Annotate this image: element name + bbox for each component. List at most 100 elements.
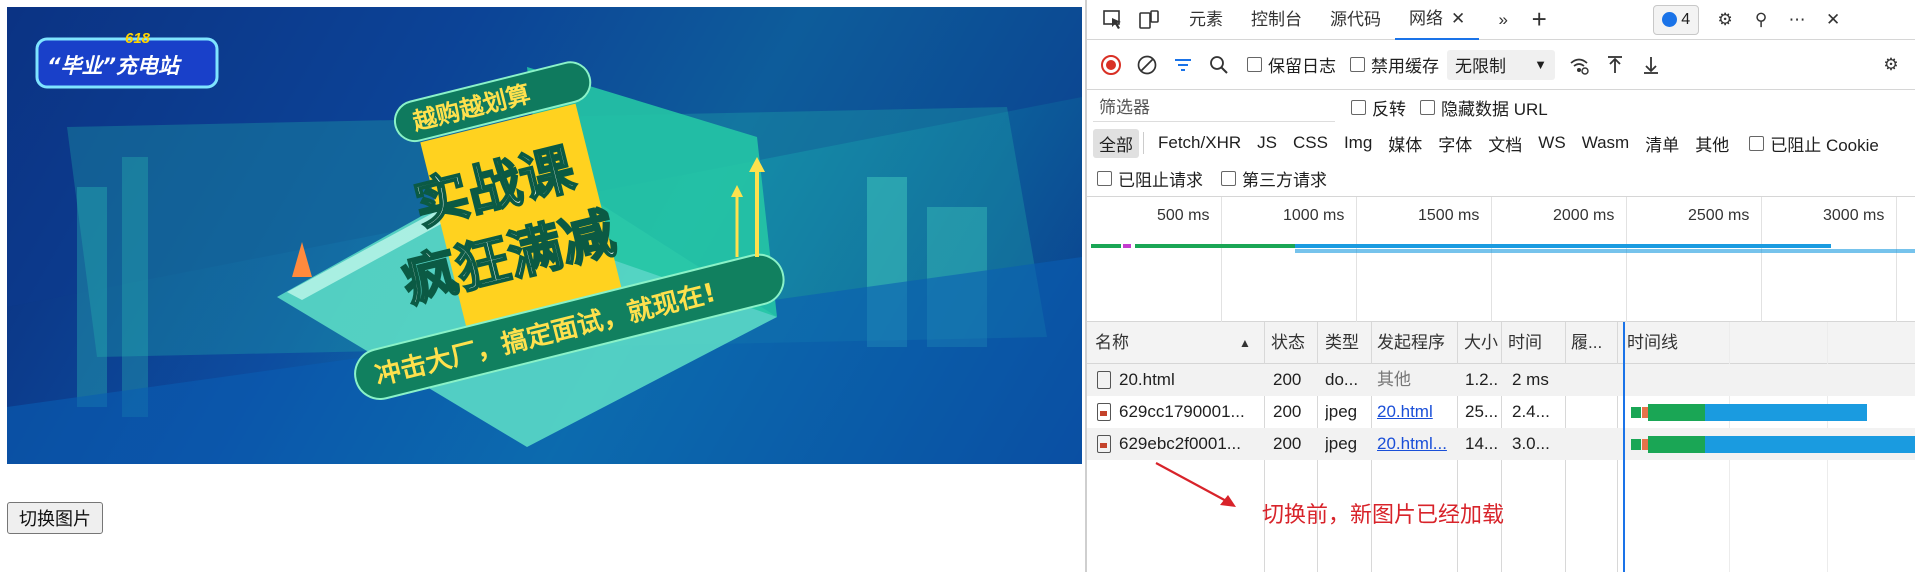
- type-filter-font[interactable]: 字体: [1432, 129, 1478, 158]
- type-filter-js[interactable]: JS: [1251, 131, 1283, 155]
- column-header-status[interactable]: 状态: [1271, 322, 1315, 364]
- checkbox-box: [1247, 57, 1262, 72]
- type-filter-fetch-xhr[interactable]: Fetch/XHR: [1152, 131, 1247, 155]
- request-type: do...: [1325, 370, 1359, 389]
- request-filter-bar: 已阻止请求 第三方请求: [1087, 161, 1915, 197]
- column-header-name[interactable]: 名称: [1095, 322, 1225, 364]
- settings-gear-icon[interactable]: ⚙: [1707, 2, 1743, 38]
- table-row[interactable]: 629cc1790001... 200 jpeg 20.html 25... 2…: [1087, 396, 1915, 428]
- tab-network[interactable]: 网络 ✕: [1395, 0, 1480, 40]
- request-time: 3.0...: [1512, 434, 1550, 453]
- checkbox-box: [1221, 171, 1236, 186]
- type-filter-manifest[interactable]: 清单: [1639, 129, 1685, 158]
- more-tabs-icon[interactable]: »: [1485, 2, 1521, 38]
- throttling-value: 无限制: [1455, 57, 1506, 76]
- checkbox-box: [1350, 57, 1365, 72]
- hide-data-urls-label: 隐藏数据 URL: [1441, 100, 1548, 119]
- throttling-select[interactable]: 无限制 ▼: [1447, 49, 1555, 80]
- column-header-fulfilled-by[interactable]: 履...: [1571, 322, 1615, 364]
- request-initiator: 其他: [1377, 370, 1411, 389]
- blocked-requests-checkbox[interactable]: 已阻止请求: [1097, 166, 1203, 191]
- blocked-requests-label: 已阻止请求: [1118, 171, 1203, 190]
- chevron-down-icon: ▼: [1534, 57, 1547, 72]
- column-header-size[interactable]: 大小: [1464, 322, 1500, 364]
- overview-gridline: [1221, 197, 1222, 322]
- checkbox-box: [1749, 135, 1765, 151]
- network-settings-gear-icon[interactable]: ⚙: [1873, 47, 1909, 83]
- filter-bar: 筛选器 反转 隐藏数据 URL: [1087, 90, 1915, 125]
- close-tab-icon[interactable]: ✕: [1451, 0, 1465, 39]
- more-options-icon[interactable]: ⋯: [1779, 2, 1815, 38]
- resource-type-bar: 全部 Fetch/XHR JS CSS Img 媒体 字体 文档 WS Wasm…: [1087, 125, 1915, 161]
- request-name: 629cc1790001...: [1119, 402, 1245, 421]
- type-filter-doc[interactable]: 文档: [1482, 129, 1528, 158]
- devtools-tab-bar: 元素 控制台 源代码 网络 ✕ » + 4 ⚙ ⚲ ⋯ ✕: [1087, 0, 1915, 40]
- waterfall-queue-bar: [1631, 439, 1641, 450]
- invert-checkbox[interactable]: 反转: [1351, 95, 1406, 120]
- network-overview-timeline[interactable]: 500 ms 1000 ms 1500 ms 2000 ms 2500 ms 3…: [1087, 197, 1915, 322]
- request-status: 200: [1273, 402, 1302, 421]
- filter-input[interactable]: 筛选器: [1093, 94, 1335, 122]
- waterfall-queue-bar: [1631, 407, 1641, 418]
- message-count-badge[interactable]: 4: [1653, 4, 1700, 35]
- inspect-element-icon[interactable]: [1095, 2, 1131, 38]
- column-header-time[interactable]: 时间: [1508, 322, 1562, 364]
- blocked-cookies-label: 已阻止 Cookie: [1770, 135, 1879, 155]
- table-row[interactable]: 20.html 200 do... 其他 1.2... 2 ms: [1087, 364, 1915, 396]
- type-filter-other[interactable]: 其他: [1689, 129, 1735, 158]
- type-filter-img[interactable]: Img: [1338, 131, 1378, 155]
- checkbox-box: [1420, 100, 1435, 115]
- column-header-type[interactable]: 类型: [1325, 322, 1369, 364]
- network-conditions-icon[interactable]: [1561, 47, 1597, 83]
- requests-table: 名称 ▲ 状态 类型 发起程序 大小 时间 履... 时间线 20.html 2…: [1087, 322, 1915, 572]
- column-header-waterfall[interactable]: 时间线: [1627, 322, 1727, 364]
- overview-request-bar: [1123, 244, 1131, 248]
- message-count: 4: [1681, 10, 1691, 28]
- request-initiator-link[interactable]: 20.html: [1377, 396, 1455, 428]
- type-filter-ws[interactable]: WS: [1532, 131, 1571, 155]
- overview-tick-label: 1000 ms: [1283, 207, 1345, 224]
- preserve-log-checkbox[interactable]: 保留日志: [1247, 52, 1336, 77]
- type-filter-all[interactable]: 全部: [1093, 128, 1139, 158]
- event-logo: 618 “毕业”充电站: [35, 30, 219, 89]
- request-name: 20.html: [1119, 370, 1175, 389]
- overview-tick-label: 2500 ms: [1688, 207, 1750, 224]
- type-filter-wasm[interactable]: Wasm: [1576, 131, 1636, 155]
- device-emulation-icon[interactable]: [1131, 2, 1167, 38]
- add-tab-icon[interactable]: +: [1521, 2, 1557, 38]
- blocked-cookies-checkbox[interactable]: 已阻止 Cookie: [1749, 131, 1879, 156]
- checkbox-box: [1097, 171, 1112, 186]
- tab-elements[interactable]: 元素: [1175, 0, 1237, 40]
- promo-banner-image: 618 “毕业”充电站 越购越划算 实战课 疯狂满减 冲击大厂，搞定面试，就现在…: [7, 7, 1082, 464]
- export-har-icon[interactable]: [1633, 47, 1669, 83]
- sort-ascending-icon: ▲: [1239, 336, 1251, 350]
- hide-data-urls-checkbox[interactable]: 隐藏数据 URL: [1420, 95, 1548, 120]
- tab-sources[interactable]: 源代码: [1316, 0, 1395, 40]
- filter-icon[interactable]: [1165, 47, 1201, 83]
- record-stop-icon[interactable]: [1093, 47, 1129, 83]
- type-filter-css[interactable]: CSS: [1287, 131, 1334, 155]
- tab-console[interactable]: 控制台: [1237, 0, 1316, 40]
- type-filter-media[interactable]: 媒体: [1382, 129, 1428, 158]
- import-har-icon[interactable]: [1597, 47, 1633, 83]
- request-initiator-link[interactable]: 20.html...: [1377, 428, 1455, 460]
- overview-gridline: [1626, 197, 1627, 322]
- connect-device-icon[interactable]: ⚲: [1743, 2, 1779, 38]
- overview-tick-label: 2000 ms: [1553, 207, 1615, 224]
- third-party-checkbox[interactable]: 第三方请求: [1221, 166, 1327, 191]
- invert-label: 反转: [1372, 100, 1406, 119]
- clear-icon[interactable]: [1129, 47, 1165, 83]
- disable-cache-checkbox[interactable]: 禁用缓存: [1350, 52, 1439, 77]
- column-header-initiator[interactable]: 发起程序: [1377, 322, 1455, 364]
- request-time: 2 ms: [1512, 370, 1549, 389]
- waterfall-time-marker: [1623, 322, 1625, 572]
- switch-image-button[interactable]: 切换图片: [7, 502, 103, 534]
- checkbox-box: [1351, 100, 1366, 115]
- waterfall-download-bar: [1705, 436, 1915, 453]
- search-icon[interactable]: [1201, 47, 1237, 83]
- close-devtools-icon[interactable]: ✕: [1815, 2, 1851, 38]
- image-file-icon: [1097, 403, 1111, 421]
- overview-request-bar: [1295, 249, 1915, 253]
- request-size: 14...: [1465, 434, 1499, 453]
- request-type: jpeg: [1325, 434, 1358, 453]
